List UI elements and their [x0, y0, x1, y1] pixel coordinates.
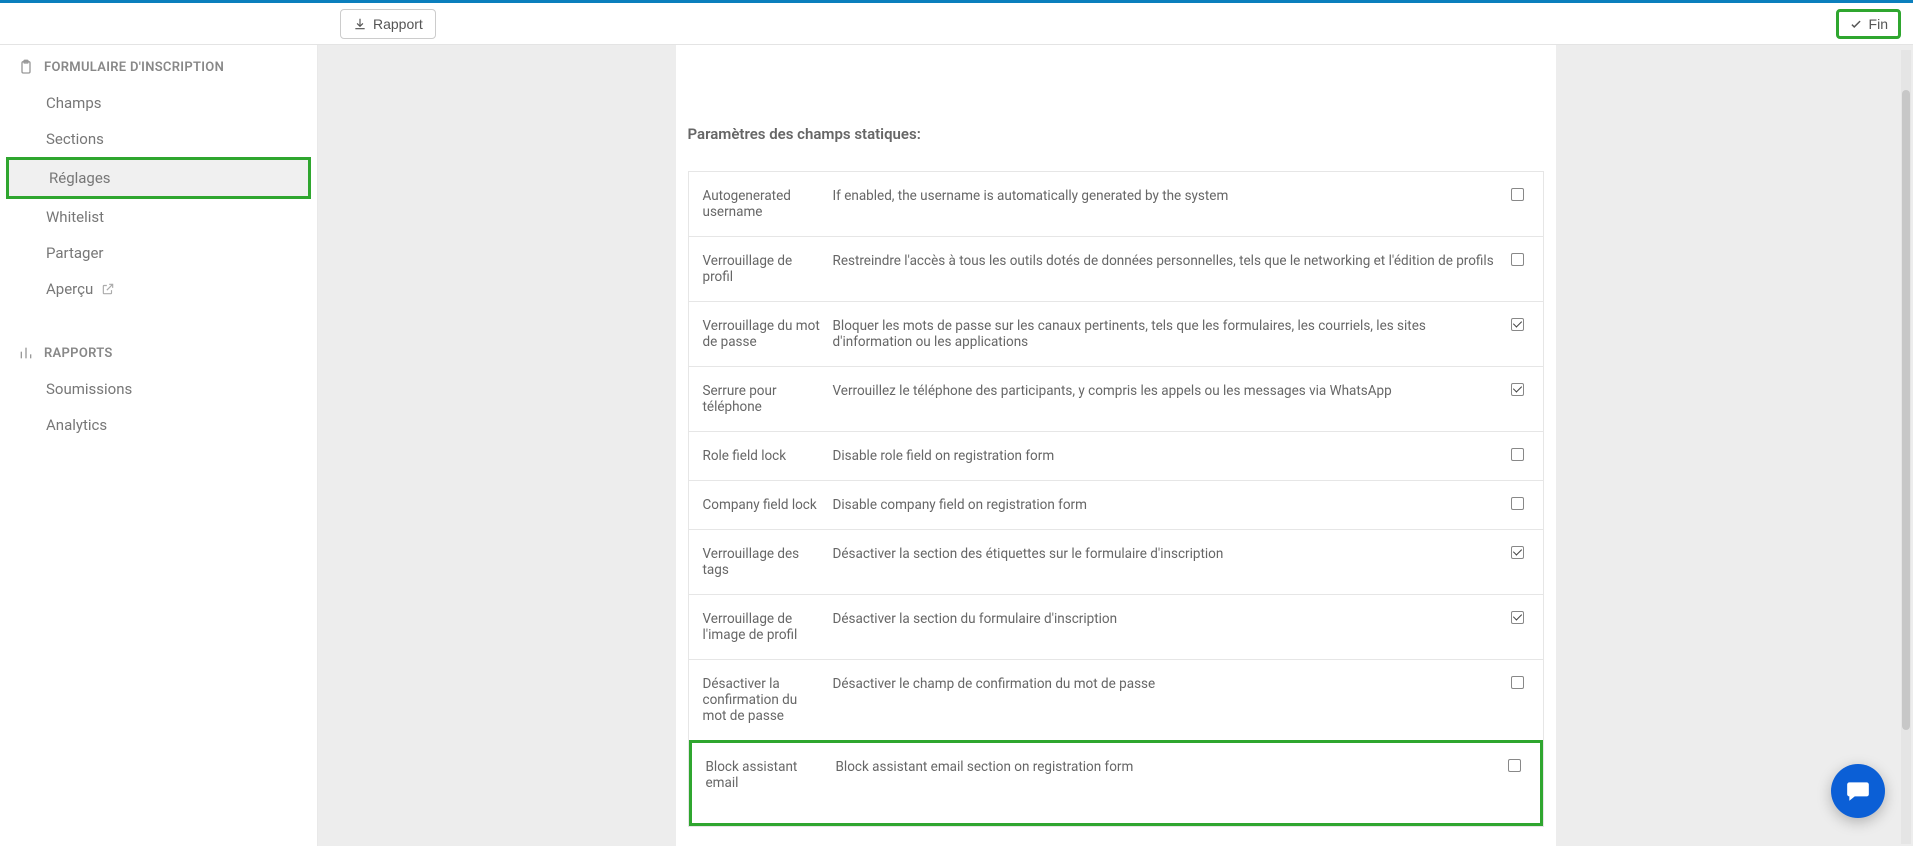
row-label: Autogenerated username — [703, 188, 823, 220]
checkbox-phone-lock[interactable] — [1511, 383, 1524, 396]
sidebar-item-analytics[interactable]: Analytics — [0, 407, 317, 443]
report-button[interactable]: Rapport — [340, 9, 436, 39]
row-label: Verrouillage de profil — [703, 253, 823, 285]
row-role-lock: Role field lock Disable role field on re… — [689, 432, 1543, 481]
sidebar-section-form-title: FORMULAIRE D'INSCRIPTION — [44, 60, 224, 75]
sidebar-item-soumissions[interactable]: Soumissions — [0, 371, 317, 407]
checkbox-tags-lock[interactable] — [1511, 546, 1524, 559]
row-profile-lock: Verrouillage de profil Restreindre l'acc… — [689, 237, 1543, 302]
row-disable-password-confirm: Désactiver la confirmation du mot de pas… — [689, 660, 1543, 741]
clipboard-icon — [18, 59, 34, 75]
sidebar-item-label: Réglages — [49, 169, 111, 187]
sidebar-section-reports: RAPPORTS — [0, 337, 317, 371]
row-desc: Désactiver le champ de confirmation du m… — [833, 676, 1497, 692]
row-block-assistant-email-highlight: Block assistant email Block assistant em… — [689, 740, 1543, 826]
row-desc: Bloquer les mots de passe sur les canaux… — [833, 318, 1497, 350]
row-profile-image-lock: Verrouillage de l'image de profil Désact… — [689, 595, 1543, 660]
row-desc: Disable role field on registration form — [833, 448, 1497, 464]
sidebar-item-reglages-highlight: Réglages — [6, 157, 311, 199]
sidebar-section-form: FORMULAIRE D'INSCRIPTION — [0, 51, 317, 85]
bar-chart-icon — [18, 345, 34, 361]
row-desc: Désactiver la section des étiquettes sur… — [833, 546, 1497, 562]
row-company-lock: Company field lock Disable company field… — [689, 481, 1543, 530]
checkbox-block-assistant-email[interactable] — [1508, 759, 1521, 772]
sidebar-item-label: Champs — [46, 94, 102, 112]
sidebar-section-reports-title: RAPPORTS — [44, 346, 113, 361]
row-label: Serrure pour téléphone — [703, 383, 823, 415]
row-label: Role field lock — [703, 448, 823, 464]
row-desc: If enabled, the username is automaticall… — [833, 188, 1497, 204]
static-fields-title: Paramètres des champs statiques: — [688, 115, 1544, 171]
row-tags-lock: Verrouillage des tags Désactiver la sect… — [689, 530, 1543, 595]
chat-icon — [1845, 778, 1871, 804]
sidebar-item-champs[interactable]: Champs — [0, 85, 317, 121]
row-password-lock: Verrouillage du mot de passe Bloquer les… — [689, 302, 1543, 367]
sidebar-item-reglages[interactable]: Réglages — [9, 160, 308, 196]
row-label: Block assistant email — [706, 759, 826, 791]
settings-panel: Paramètres des champs statiques: Autogen… — [676, 45, 1556, 846]
row-desc: Désactiver la section du formulaire d'in… — [833, 611, 1497, 627]
checkbox-autogenerated-username[interactable] — [1511, 188, 1524, 201]
settings-table: Autogenerated username If enabled, the u… — [688, 171, 1544, 827]
row-label: Verrouillage du mot de passe — [703, 318, 823, 350]
sidebar-item-partager[interactable]: Partager — [0, 235, 317, 271]
layout: FORMULAIRE D'INSCRIPTION Champs Sections… — [0, 45, 1913, 846]
sidebar-item-apercu[interactable]: Aperçu — [0, 271, 317, 307]
sidebar-item-label: Aperçu — [46, 280, 93, 298]
sidebar: FORMULAIRE D'INSCRIPTION Champs Sections… — [0, 45, 318, 846]
checkbox-profile-image-lock[interactable] — [1511, 611, 1524, 624]
checkbox-company-lock[interactable] — [1511, 497, 1524, 510]
row-desc: Verrouillez le téléphone des participant… — [833, 383, 1497, 399]
row-desc: Disable company field on registration fo… — [833, 497, 1497, 513]
toolbar: Rapport Fin — [0, 3, 1913, 45]
sidebar-item-whitelist[interactable]: Whitelist — [0, 199, 317, 235]
checkbox-disable-password-confirm[interactable] — [1511, 676, 1524, 689]
sidebar-item-label: Sections — [46, 130, 104, 148]
scrollbar-track[interactable] — [1901, 50, 1911, 844]
report-button-label: Rapport — [373, 16, 423, 32]
row-label: Verrouillage des tags — [703, 546, 823, 578]
checkbox-password-lock[interactable] — [1511, 318, 1524, 331]
checkbox-profile-lock[interactable] — [1511, 253, 1524, 266]
row-autogenerated-username: Autogenerated username If enabled, the u… — [689, 172, 1543, 237]
check-icon — [1849, 17, 1863, 31]
download-icon — [353, 17, 367, 31]
scrollbar-thumb[interactable] — [1902, 90, 1910, 730]
row-label: Verrouillage de l'image de profil — [703, 611, 823, 643]
main-area: Paramètres des champs statiques: Autogen… — [318, 45, 1913, 846]
row-phone-lock: Serrure pour téléphone Verrouillez le té… — [689, 367, 1543, 432]
row-desc: Restreindre l'accès à tous les outils do… — [833, 253, 1497, 269]
row-block-assistant-email: Block assistant email Block assistant em… — [692, 743, 1540, 823]
chat-widget-button[interactable] — [1831, 764, 1885, 818]
finish-button-label: Fin — [1869, 16, 1888, 32]
row-label: Company field lock — [703, 497, 823, 513]
sidebar-item-label: Partager — [46, 244, 104, 262]
sidebar-item-label: Soumissions — [46, 380, 132, 398]
sidebar-item-sections[interactable]: Sections — [0, 121, 317, 157]
row-label: Désactiver la confirmation du mot de pas… — [703, 676, 823, 724]
sidebar-item-label: Analytics — [46, 416, 107, 434]
sidebar-item-label: Whitelist — [46, 208, 104, 226]
row-desc: Block assistant email section on registr… — [836, 759, 1494, 775]
external-link-icon — [101, 282, 115, 296]
finish-button[interactable]: Fin — [1836, 9, 1901, 39]
checkbox-role-lock[interactable] — [1511, 448, 1524, 461]
